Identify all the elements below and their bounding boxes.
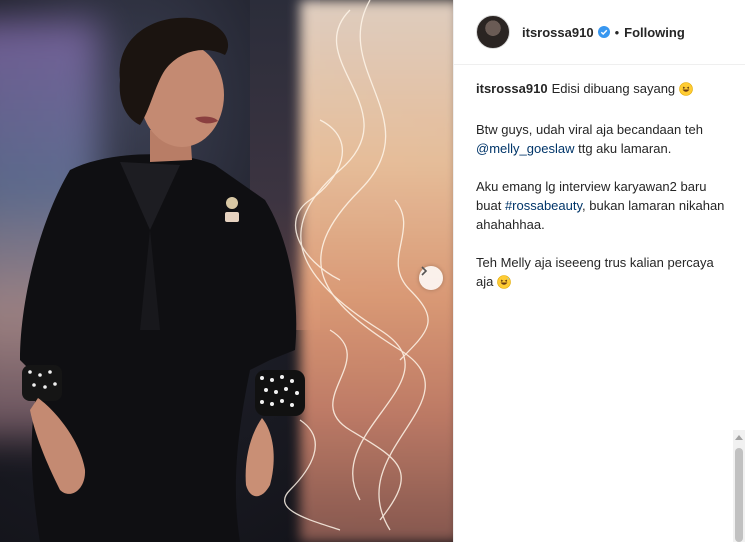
post-caption: itsrossa910 Edisi dibuang sayang Btw guys… — [454, 65, 745, 294]
avatar[interactable] — [476, 15, 510, 49]
caption-text: Btw guys, udah viral aja becandaan teh — [476, 122, 703, 137]
following-button[interactable]: Following — [624, 25, 685, 40]
caption-text: Edisi dibuang sayang — [551, 81, 676, 96]
header-separator: • — [614, 24, 620, 40]
header-username[interactable]: itsrossa910 — [522, 25, 594, 40]
caption-first-line: itsrossa910 Edisi dibuang sayang — [476, 79, 729, 101]
post-photo[interactable] — [0, 0, 453, 542]
grinning-sweat-face-icon — [497, 275, 511, 294]
caption-text: Teh Melly aja iseeeng trus kalian percay… — [476, 255, 714, 289]
caption-username[interactable]: itsrossa910 — [476, 81, 548, 96]
grinning-sweat-face-icon — [678, 82, 693, 101]
scrollbar-thumb[interactable] — [735, 448, 743, 542]
caption-text: ttg aku lamaran. — [578, 141, 672, 156]
hashtag-link[interactable]: #rossabeauty — [505, 198, 582, 213]
photo-scene — [20, 0, 429, 542]
caption-paragraph-3: Aku emang lg interview karyawan2 baru bu… — [476, 177, 729, 234]
post-header: itsrossa910 • Following — [454, 0, 745, 65]
scroll-up-arrow-icon[interactable] — [733, 430, 745, 444]
caption-paragraph-4: Teh Melly aja iseeeng trus kalian percay… — [476, 253, 729, 294]
mention-link[interactable]: @melly_goeslaw — [476, 141, 574, 156]
carousel-next-button[interactable] — [419, 266, 443, 290]
verified-badge-icon — [597, 26, 610, 38]
post-details-panel: itsrossa910 • Following itsrossa910 Edisi… — [453, 0, 745, 542]
caption-paragraph-2: Btw guys, udah viral aja becandaan teh @… — [476, 120, 729, 158]
